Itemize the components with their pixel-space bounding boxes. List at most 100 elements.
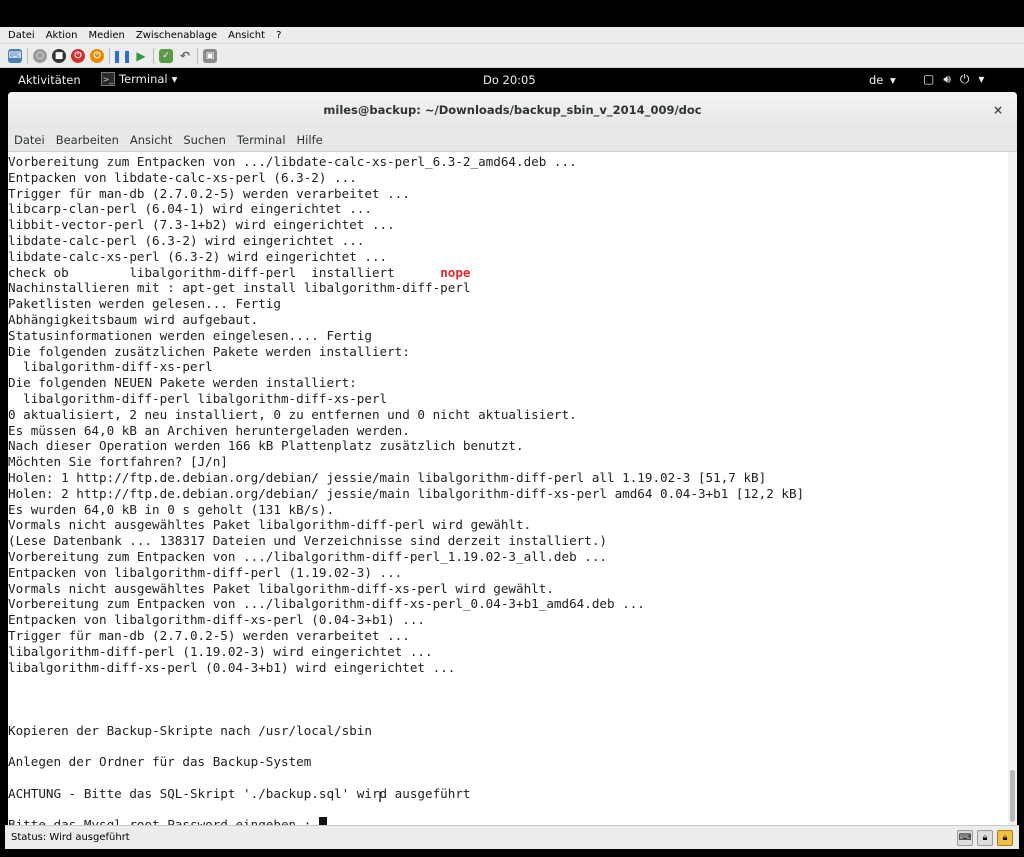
terminal-cursor [318,817,327,825]
power-off-icon[interactable]: ○ [33,48,47,63]
terminal-scrollbar[interactable] [1008,152,1017,825]
chevron-down-icon: ▾ [978,72,985,86]
revert-icon[interactable]: ↶ [178,49,192,63]
terminal-line: Entpacken von libalgorithm-diff-perl (1.… [8,564,403,580]
terminal-line: Holen: 2 http://ftp.de.debian.org/debian… [8,485,805,501]
terminal-line: Vorbereitung zum Entpacken von .../libal… [8,596,645,612]
host-menu-medien[interactable]: Medien [88,30,124,41]
window-titlebar[interactable]: miles@backup: ~/Downloads/backup_sbin_v_… [8,92,1017,128]
terminal-line: libalgorithm-diff-perl (1.19.02-3) wird … [8,643,433,659]
terminal-output[interactable]: Vorbereitung zum Entpacken von .../libda… [8,152,1008,825]
toolbar-separator [153,47,154,64]
terminal-line: Es müssen 64,0 kB an Archiven herunterge… [8,422,410,438]
checkpoint-icon[interactable]: ✓ [159,48,173,63]
terminal-line: libbit-vector-perl (7.3-1+b2) wird einge… [8,217,395,233]
menu-datei[interactable]: Datei [14,133,45,147]
keyboard-icon: ⌨ [957,830,973,846]
terminal-line: ACHTUNG - Bitte das SQL-Skript './backup… [8,785,471,801]
terminal-app-icon: >_ [101,72,115,86]
host-menu-ansicht[interactable]: Ansicht [228,30,265,41]
nope-status: nope [440,264,471,280]
screen-icon: ▢ [923,72,935,86]
host-menu-help[interactable]: ? [276,30,281,41]
menu-ansicht[interactable]: Ansicht [130,133,172,147]
save-state-icon[interactable]: ⏻ [90,48,104,63]
app-menu-label: Terminal [119,72,168,86]
terminal-line: Möchten Sie fortfahren? [J/n] [8,454,228,470]
terminal-line: libdate-calc-xs-perl (6.3-2) wird einger… [8,248,388,264]
terminal-line: libalgorithm-diff-xs-perl [8,359,213,375]
host-menu-aktion[interactable]: Aktion [46,30,78,41]
terminal-line: Nach dieser Operation werden 166 kB Plat… [8,438,524,454]
terminal-line: libalgorithm-diff-perl libalgorithm-diff… [8,390,388,406]
status-text: Status: Wird ausgeführt [11,832,130,843]
text-cursor-icon: I [378,790,383,806]
chevron-down-icon: ▾ [890,73,896,87]
shutdown-icon[interactable]: ⏻ [71,48,85,63]
menu-hilfe[interactable]: Hilfe [297,133,323,147]
power-icon: ⏻ [959,72,970,86]
pause-icon[interactable]: ❚❚ [112,49,132,63]
app-menu[interactable]: >_ Terminal ▾ [101,72,177,86]
terminal-line: Die folgenden NEUEN Pakete werden instal… [8,375,357,391]
activities-button[interactable]: Aktivitäten [18,73,81,87]
menu-terminal[interactable]: Terminal [237,133,286,147]
host-menu-zwischenablage[interactable]: Zwischenablage [136,30,217,41]
toolbar-separator [197,47,198,64]
scrollbar-thumb[interactable] [1010,770,1015,822]
keyboard-layout-menu[interactable]: de ▾ [869,73,896,87]
toolbar-separator [109,47,110,64]
toolbar-separator [27,47,28,64]
terminal-line: Bitte das Mysql root Password eingeben : [8,817,1008,825]
menu-bearbeiten[interactable]: Bearbeiten [56,133,119,147]
terminal-line: Kopieren der Backup-Skripte nach /usr/lo… [8,722,372,738]
terminal-line: Vormals nicht ausgewähltes Paket libalgo… [8,517,532,533]
volume-icon: 🔊︎ [943,72,951,86]
terminal-line: Entpacken von libdate-calc-xs-perl (6.3-… [8,169,357,185]
system-menu[interactable]: ▢ 🔊︎ ⏻ ▾ [923,72,984,87]
terminal-line: libdate-calc-perl (6.3-2) wird eingerich… [8,232,365,248]
terminal-line: Trigger für man-db (2.7.0.2-5) werden ve… [8,627,410,643]
host-menubar: Datei Aktion Medien Zwischenablage Ansic… [0,27,1024,44]
terminal-line: Es wurden 64,0 kB in 0 s geholt (131 kB/… [8,501,335,517]
host-menu-datei[interactable]: Datei [8,30,35,41]
terminal-line: Vormals nicht ausgewähltes Paket libalgo… [8,580,554,596]
terminal-line: (Lese Datenbank ... 138317 Dateien und V… [8,533,607,549]
terminal-window: miles@backup: ~/Downloads/backup_sbin_v_… [8,92,1017,825]
chevron-down-icon: ▾ [171,72,178,86]
terminal-line: Anlegen der Ordner für das Backup-System [8,754,312,770]
terminal-line: Vorbereitung zum Entpacken von .../libal… [8,548,607,564]
host-toolbar: ⌨ ○ ■ ⏻ ⏻ ❚❚ ▶ ✓ ↶ ▣ [0,44,1024,68]
terminal-line: Abhängigkeitsbaum wird aufgebaut. [8,311,259,327]
clock[interactable]: Do 20:05 [483,73,536,87]
terminal-line: Statusinformationen werden eingelesen...… [8,327,372,343]
terminal-line: Vorbereitung zum Entpacken von .../libda… [8,154,577,169]
host-statusbar: Status: Wird ausgeführt ⌨ 🔒︎ 🔒︎ [5,825,1019,849]
terminal-line: Entpacken von libalgorithm-diff-xs-perl … [8,612,426,628]
terminal-line: Holen: 1 http://ftp.de.debian.org/debian… [8,469,767,485]
gnome-top-bar: Aktivitäten >_ Terminal ▾ Do 20:05 de ▾ … [5,68,1019,92]
ctrl-alt-del-icon[interactable]: ⌨ [8,48,22,63]
resume-icon[interactable]: ▶ [134,49,148,63]
terminal-line: Die folgenden zusätzlichen Pakete werden… [8,343,410,359]
stop-icon[interactable]: ■ [52,48,66,63]
terminal-line: Paketlisten werden gelesen... Fertig [8,296,281,312]
terminal-line: libcarp-clan-perl (6.04-1) wird eingeric… [8,201,372,217]
terminal-line: Trigger für man-db (2.7.0.2-5) werden ve… [8,185,410,201]
terminal-line: Nachinstallieren mit : apt-get install l… [8,280,471,296]
terminal-line: check ob libalgorithm-diff-perl installi… [8,264,471,280]
close-icon[interactable]: × [993,92,1003,128]
menu-suchen[interactable]: Suchen [183,133,226,147]
lock-icon: 🔒︎ [977,830,993,846]
enhanced-session-icon[interactable]: ▣ [203,48,217,63]
window-title: miles@backup: ~/Downloads/backup_sbin_v_… [323,103,702,117]
keyboard-layout-label: de [869,73,884,87]
terminal-line: 0 aktualisiert, 2 neu installiert, 0 zu … [8,406,577,422]
security-lock-icon: 🔒︎ [997,830,1013,846]
